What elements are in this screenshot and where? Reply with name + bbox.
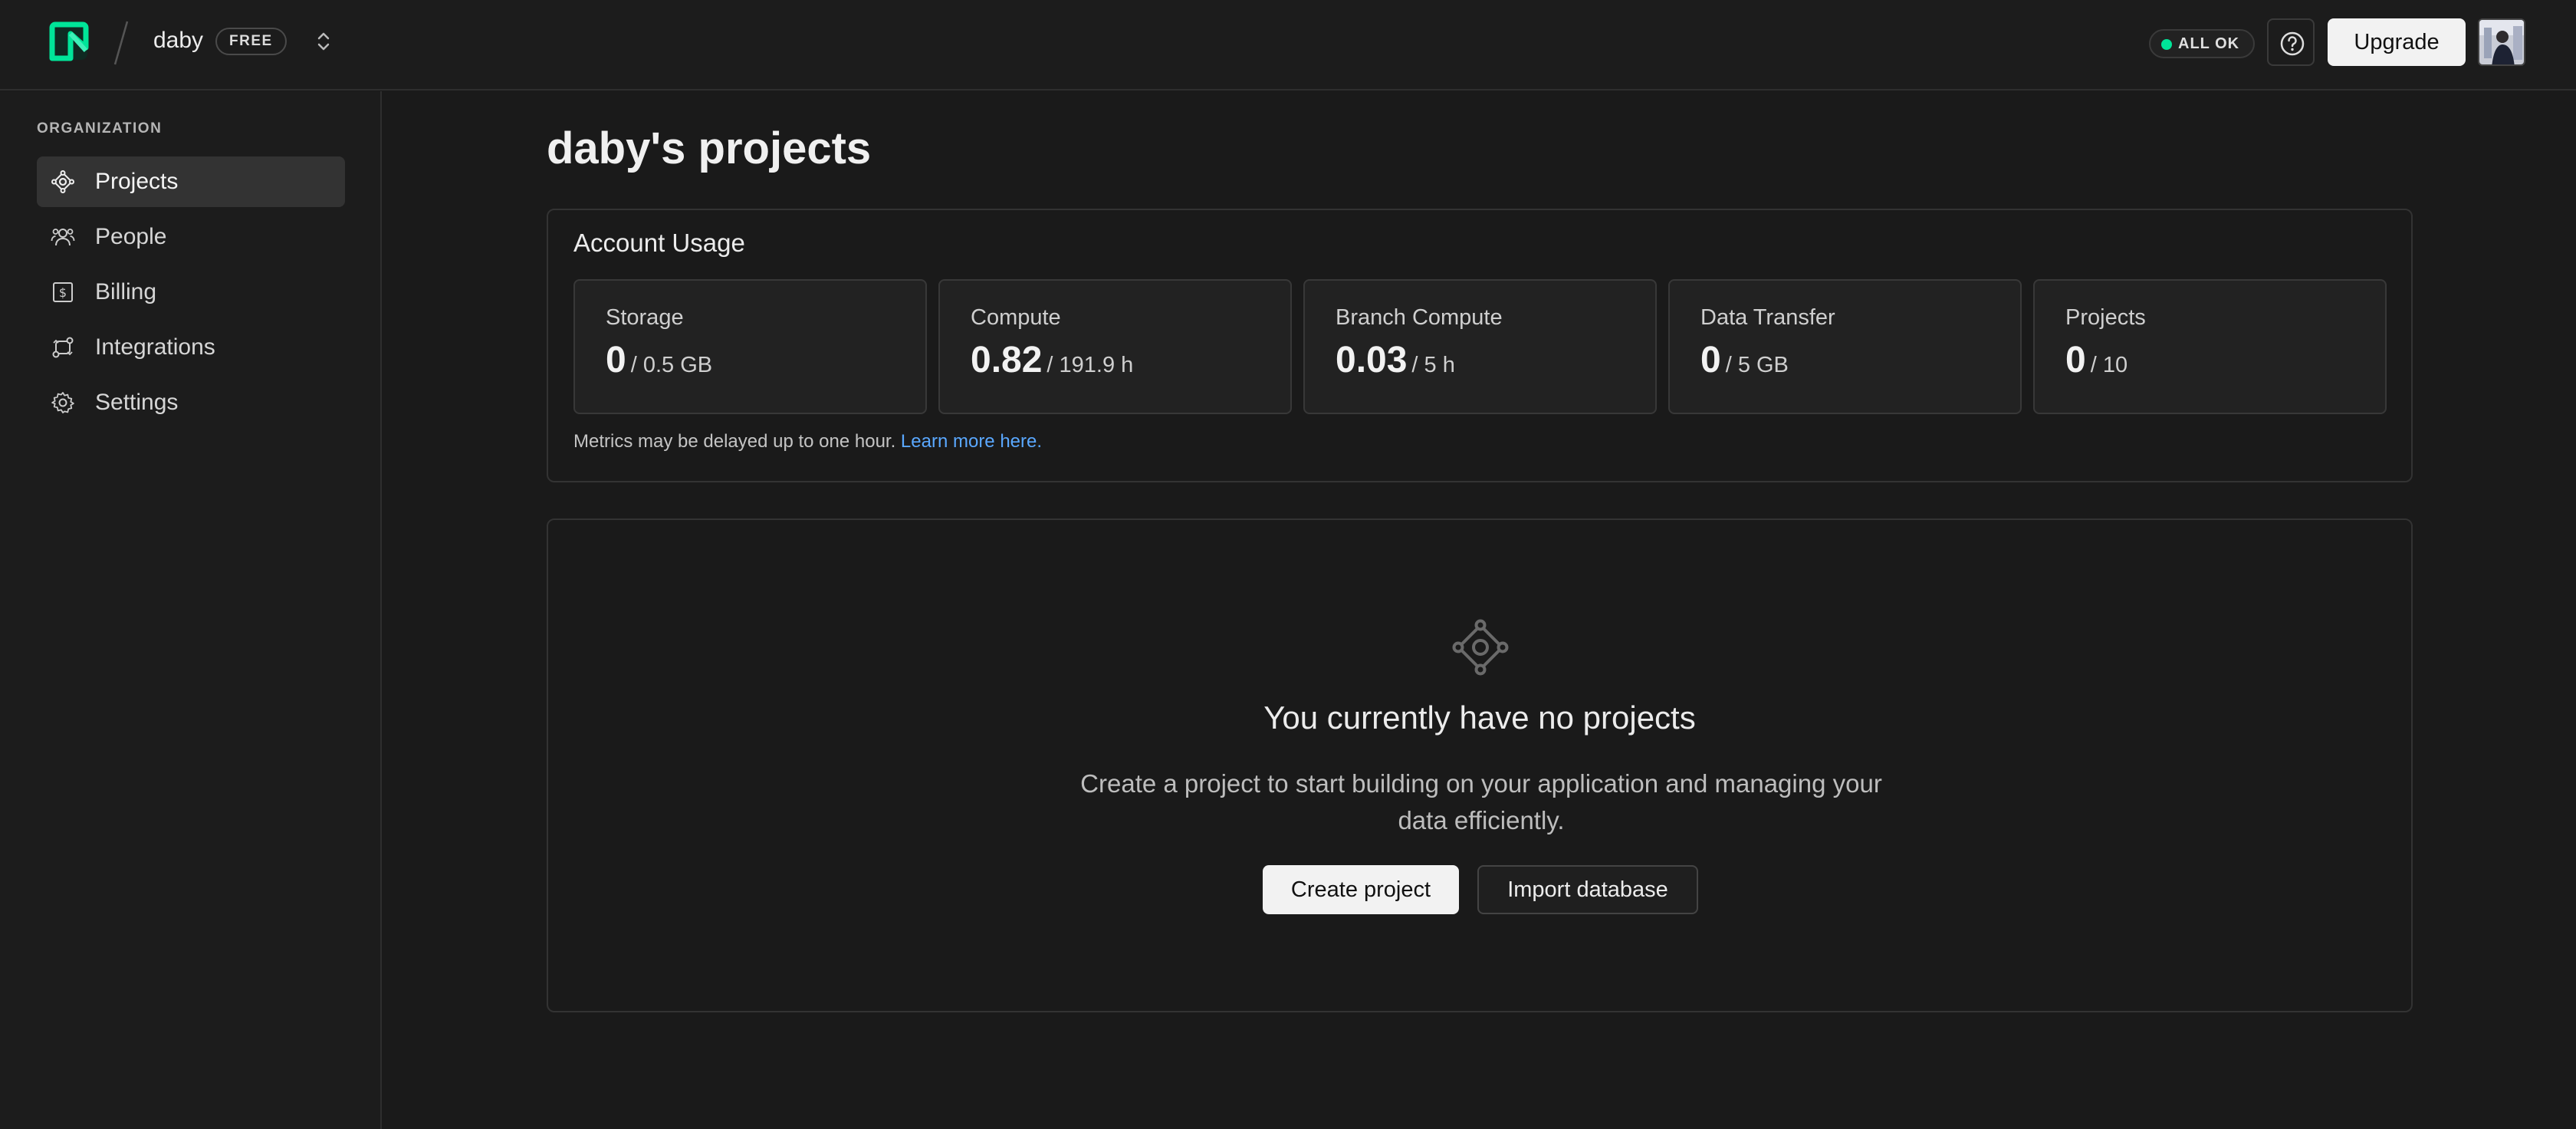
- metric-value: 0/ 5 GB: [1700, 339, 1789, 381]
- metric-amount: 0.82: [971, 340, 1043, 380]
- user-avatar-icon: [2479, 20, 2524, 64]
- usage-note: Metrics may be delayed up to one hour. L…: [573, 431, 1042, 453]
- chevron-up-down-icon[interactable]: [310, 28, 337, 55]
- metric-amount: 0: [606, 340, 626, 380]
- people-icon: [51, 229, 75, 246]
- sidebar-item-projects[interactable]: Projects: [37, 156, 345, 207]
- sidebar-item-label: Billing: [95, 279, 157, 304]
- metric-value: 0/ 0.5 GB: [606, 339, 712, 381]
- gear-icon: [51, 392, 74, 413]
- metric-label: Projects: [2065, 305, 2146, 330]
- question-circle-icon: [2280, 31, 2305, 56]
- metric-compute: Compute 0.82/ 191.9 h: [938, 279, 1292, 414]
- sidebar: ORGANIZATION Projects People $ Billing I…: [0, 91, 382, 1129]
- sidebar-item-integrations[interactable]: Integrations: [37, 322, 345, 373]
- sidebar-item-label: People: [95, 224, 167, 249]
- avatar[interactable]: [2478, 18, 2525, 66]
- plan-badge: FREE: [215, 28, 287, 55]
- metric-limit: / 5 GB: [1725, 353, 1789, 377]
- metric-label: Compute: [971, 305, 1061, 330]
- usage-title: Account Usage: [573, 229, 745, 257]
- sidebar-heading: ORGANIZATION: [37, 120, 163, 137]
- empty-state-description: Create a project to start building on yo…: [1080, 769, 1882, 834]
- usage-note-text: Metrics may be delayed up to one hour.: [573, 431, 896, 452]
- logo-icon[interactable]: [48, 20, 90, 63]
- metric-amount: 0.03: [1336, 340, 1408, 380]
- sidebar-item-people[interactable]: People: [37, 212, 345, 262]
- metric-data-transfer: Data Transfer 0/ 5 GB: [1668, 279, 2022, 414]
- metric-label: Branch Compute: [1336, 305, 1503, 330]
- metric-limit: / 191.9 h: [1046, 353, 1134, 377]
- import-database-button[interactable]: Import database: [1477, 865, 1698, 914]
- metric-limit: / 0.5 GB: [630, 353, 713, 377]
- top-bar: daby FREE ALL OK Upgrade: [0, 0, 2576, 91]
- status-dot-icon: [2161, 39, 2172, 50]
- sidebar-item-settings[interactable]: Settings: [37, 377, 345, 428]
- metric-value: 0/ 10: [2065, 339, 2128, 381]
- create-project-button[interactable]: Create project: [1263, 865, 1459, 914]
- empty-state-title: You currently have no projects: [1263, 699, 1696, 736]
- metric-projects: Projects 0/ 10: [2033, 279, 2387, 414]
- svg-text:$: $: [59, 285, 67, 300]
- status-text: ALL OK: [2178, 35, 2240, 52]
- metric-branch-compute: Branch Compute 0.03/ 5 h: [1303, 279, 1657, 414]
- metric-limit: / 10: [2090, 353, 2128, 377]
- sidebar-item-label: Integrations: [95, 334, 215, 360]
- projects-icon: [51, 170, 74, 193]
- sidebar-item-billing[interactable]: $ Billing: [37, 267, 345, 318]
- metric-label: Data Transfer: [1700, 305, 1835, 330]
- sidebar-item-label: Settings: [95, 390, 179, 415]
- metric-label: Storage: [606, 305, 684, 330]
- page-title: daby's projects: [547, 123, 872, 173]
- empty-state-card: You currently have no projects Create a …: [547, 518, 2413, 1012]
- learn-more-link[interactable]: Learn more here.: [901, 431, 1042, 452]
- status-badge[interactable]: ALL OK: [2149, 29, 2256, 58]
- metric-amount: 0: [1700, 340, 1721, 380]
- account-usage-card: Account Usage Storage 0/ 0.5 GB Compute …: [547, 209, 2413, 482]
- projects-icon: [1452, 619, 1509, 676]
- metric-limit: / 5 h: [1411, 353, 1455, 377]
- help-button[interactable]: [2267, 18, 2315, 66]
- metric-storage: Storage 0/ 0.5 GB: [573, 279, 927, 414]
- metric-amount: 0: [2065, 340, 2086, 380]
- breadcrumb-separator: [113, 21, 129, 65]
- metric-value: 0.03/ 5 h: [1336, 339, 1455, 381]
- billing-icon: $: [53, 282, 73, 302]
- sidebar-item-label: Projects: [95, 169, 179, 194]
- org-name[interactable]: daby: [153, 28, 203, 54]
- integrations-icon: [52, 337, 74, 358]
- metric-value: 0.82/ 191.9 h: [971, 339, 1133, 381]
- upgrade-button[interactable]: Upgrade: [2328, 18, 2466, 66]
